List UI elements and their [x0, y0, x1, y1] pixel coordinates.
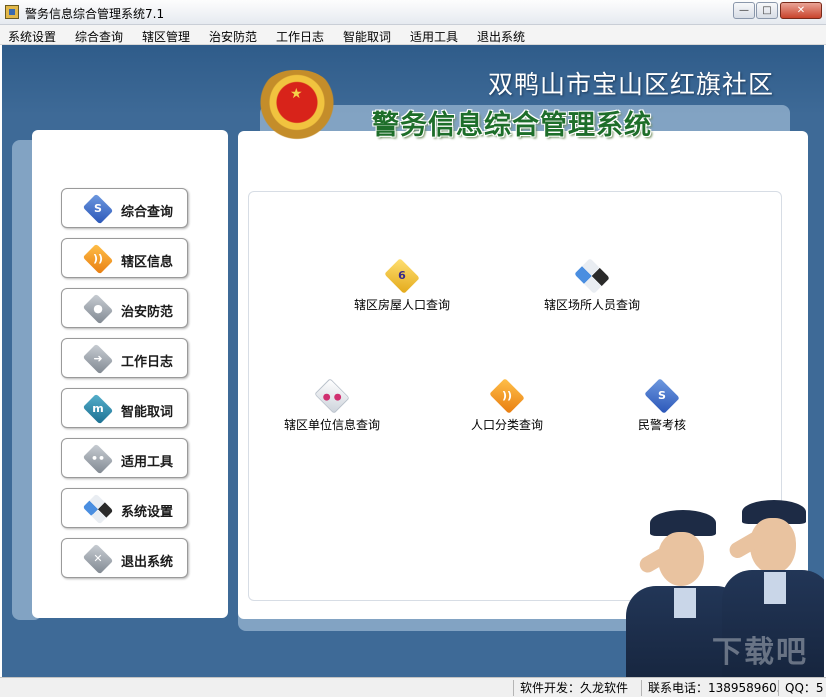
window-title: 警务信息综合管理系统7.1: [25, 7, 165, 21]
title-bar: 警务信息综合管理系统7.1 — □ ✕: [0, 0, 826, 25]
menu-query[interactable]: 综合查询: [75, 28, 123, 45]
community-title: 双鸭山市宝山区红旗社区: [487, 70, 774, 99]
status-developer: 软件开发：久龙软件: [513, 680, 641, 696]
sidebar-button-word-capture[interactable]: m 智能取词: [61, 388, 188, 428]
function-label: 辖区场所人员查询: [543, 298, 640, 312]
sidebar-button-label: 综合查询: [121, 205, 174, 220]
function-population-category-query[interactable]: )) 人口分类查询: [448, 378, 566, 433]
gray-dots-cube-icon: ••: [82, 443, 114, 475]
checker-cube-icon: [82, 493, 114, 525]
sidebar-button-label: 退出系统: [121, 555, 174, 570]
function-label: 辖区房屋人口查询: [353, 298, 450, 312]
saluting-officers-illustration: 下载吧: [612, 500, 824, 677]
menu-security[interactable]: 治安防范: [209, 28, 257, 45]
checker-cube-icon: [574, 258, 610, 294]
yellow-six-cube-icon: 6: [384, 258, 420, 294]
menu-word-capture[interactable]: 智能取词: [343, 28, 391, 45]
sidebar-button-label: 系统设置: [121, 505, 174, 520]
teal-cube-icon: m: [82, 393, 114, 425]
function-label: 民警考核: [637, 418, 686, 432]
minimize-button[interactable]: —: [733, 2, 755, 19]
menu-exit[interactable]: 退出系统: [477, 28, 525, 45]
menu-tools[interactable]: 适用工具: [410, 28, 458, 45]
status-phone: 联系电话：13895896059: [641, 680, 778, 696]
police-emblem-icon: [254, 70, 340, 142]
sidebar-button-label: 治安防范: [121, 305, 174, 320]
gray-cube-icon: ●: [82, 293, 114, 325]
function-venue-personnel-query[interactable]: 辖区场所人员查询: [533, 258, 651, 313]
app-icon: [5, 5, 19, 19]
sidebar-button-exit[interactable]: ✕ 退出系统: [61, 538, 188, 578]
system-title: 警务信息综合管理系统: [372, 110, 652, 141]
blue-cube-icon: S: [644, 378, 680, 414]
function-unit-info-query[interactable]: ● ● 辖区单位信息查询: [273, 378, 391, 433]
function-police-assessment[interactable]: S 民警考核: [603, 378, 721, 433]
sidebar-button-label: 智能取词: [121, 405, 174, 420]
blue-cube-icon: S: [82, 193, 114, 225]
white-dots-cube-icon: ● ●: [314, 378, 350, 414]
menu-district[interactable]: 辖区管理: [142, 28, 190, 45]
menu-work-log[interactable]: 工作日志: [276, 28, 324, 45]
function-housing-population-query[interactable]: 6 辖区房屋人口查询: [343, 258, 461, 313]
gray-exit-cube-icon: ✕: [82, 543, 114, 575]
status-bar: 软件开发：久龙软件 联系电话：13895896059 QQ：5: [0, 677, 826, 697]
maximize-button[interactable]: □: [756, 2, 778, 19]
watermark: 下载吧: [712, 635, 808, 670]
sidebar-button-district-info[interactable]: )) 辖区信息: [61, 238, 188, 278]
sidebar-button-label: 适用工具: [121, 455, 174, 470]
sidebar-button-query[interactable]: S 综合查询: [61, 188, 188, 228]
sidebar-button-label: 工作日志: [121, 355, 174, 370]
gray-arrow-cube-icon: ➜: [82, 343, 114, 375]
sidebar-button-system-settings[interactable]: 系统设置: [61, 488, 188, 528]
sidebar-button-tools[interactable]: •• 适用工具: [61, 438, 188, 478]
status-qq: QQ：5: [778, 680, 826, 696]
close-button[interactable]: ✕: [780, 2, 822, 19]
function-label: 人口分类查询: [470, 418, 543, 432]
orange-signal-cube-icon: )): [82, 243, 114, 275]
sidebar-button-work-log[interactable]: ➜ 工作日志: [61, 338, 188, 378]
orange-signal-cube-icon: )): [489, 378, 525, 414]
menu-bar: 系统设置 综合查询 辖区管理 治安防范 工作日志 智能取词 适用工具 退出系统: [0, 25, 826, 45]
function-label: 辖区单位信息查询: [283, 418, 380, 432]
sidebar-button-security[interactable]: ● 治安防范: [61, 288, 188, 328]
menu-system-settings[interactable]: 系统设置: [8, 28, 56, 45]
sidebar-button-label: 辖区信息: [121, 255, 174, 270]
